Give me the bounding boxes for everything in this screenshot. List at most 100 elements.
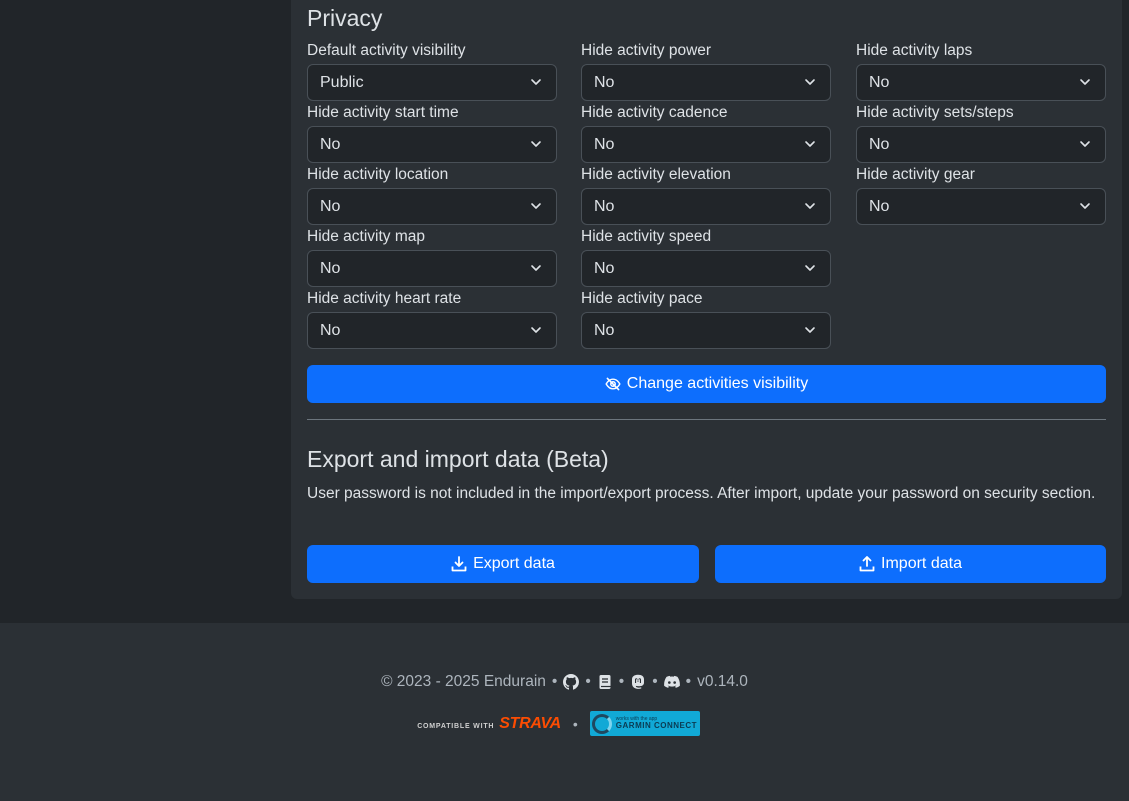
- garmin-connect-badge[interactable]: works with the app GARMIN CONNECT: [589, 711, 700, 736]
- separator: •: [551, 673, 558, 690]
- chevron-down-icon: [531, 265, 541, 271]
- field-label: Hide activity power: [581, 42, 712, 59]
- hide-pace-select[interactable]: No: [581, 312, 831, 349]
- field-hide-gear: Hide activity gear No: [856, 164, 1106, 225]
- field-label: Hide activity pace: [581, 290, 703, 307]
- chevron-down-icon: [531, 327, 541, 333]
- chevron-down-icon: [531, 79, 541, 85]
- hide-power-select[interactable]: No: [581, 64, 831, 101]
- eye-slash-icon: [605, 377, 621, 391]
- field-label: Default activity visibility: [307, 42, 466, 59]
- select-value: No: [869, 136, 890, 153]
- field-label: Hide activity cadence: [581, 104, 728, 121]
- field-label: Hide activity elevation: [581, 166, 731, 183]
- download-icon: [451, 556, 467, 572]
- change-visibility-button[interactable]: Change activities visibility: [307, 365, 1106, 403]
- hide-location-select[interactable]: No: [307, 188, 557, 225]
- select-value: No: [320, 198, 341, 215]
- select-value: No: [594, 198, 615, 215]
- select-value: Public: [320, 74, 364, 91]
- chevron-down-icon: [805, 327, 815, 333]
- field-hide-pace: Hide activity pace No: [581, 288, 831, 349]
- settings-page: Privacy Default activity visibility Publ…: [0, 0, 1129, 801]
- garmin-logo-icon: [591, 713, 612, 734]
- hide-laps-select[interactable]: No: [856, 64, 1106, 101]
- field-label: Hide activity gear: [856, 166, 975, 183]
- book-icon[interactable]: [597, 674, 613, 690]
- select-value: No: [594, 136, 615, 153]
- export-import-title: Export and import data (Beta): [307, 446, 609, 472]
- select-value: No: [320, 136, 341, 153]
- mastodon-icon[interactable]: [630, 674, 646, 690]
- field-hide-heart-rate: Hide activity heart rate No: [307, 288, 557, 349]
- privacy-title: Privacy: [307, 5, 383, 31]
- hide-elevation-select[interactable]: No: [581, 188, 831, 225]
- separator: •: [572, 715, 578, 732]
- field-hide-location: Hide activity location No: [307, 164, 557, 225]
- separator: •: [618, 673, 625, 690]
- field-hide-start-time: Hide activity start time No: [307, 102, 557, 163]
- hide-heart-rate-select[interactable]: No: [307, 312, 557, 349]
- field-label: Hide activity location: [307, 166, 449, 183]
- export-data-button[interactable]: Export data: [307, 545, 699, 583]
- field-hide-sets-steps: Hide activity sets/steps No: [856, 102, 1106, 163]
- field-label: Hide activity heart rate: [307, 290, 462, 307]
- chevron-down-icon: [805, 79, 815, 85]
- chevron-down-icon: [1080, 203, 1090, 209]
- chevron-down-icon: [805, 265, 815, 271]
- footer: © 2023 - 2025 Endurain • • • • • v0.14.0…: [0, 623, 1129, 801]
- default-visibility-select[interactable]: Public: [307, 64, 557, 101]
- field-hide-elevation: Hide activity elevation No: [581, 164, 831, 225]
- chevron-down-icon: [531, 141, 541, 147]
- export-import-note: User password is not included in the imp…: [307, 485, 1096, 502]
- select-value: No: [320, 260, 341, 277]
- select-value: No: [594, 74, 615, 91]
- select-value: No: [594, 322, 615, 339]
- select-value: No: [869, 198, 890, 215]
- strava-logo: STRAVA: [499, 714, 561, 732]
- field-hide-map: Hide activity map No: [307, 226, 557, 287]
- chevron-down-icon: [1080, 79, 1090, 85]
- select-value: No: [869, 74, 890, 91]
- github-icon[interactable]: [563, 674, 580, 690]
- export-data-label: Export data: [473, 555, 555, 572]
- chevron-down-icon: [1080, 141, 1090, 147]
- separator: •: [585, 673, 591, 690]
- hide-speed-select[interactable]: No: [581, 250, 831, 287]
- strava-compat-text: COMPATIBLE WITH: [417, 722, 495, 730]
- version-text: v0.14.0: [697, 673, 748, 690]
- copyright-text: © 2023 - 2025 Endurain: [381, 673, 546, 690]
- field-label: Hide activity laps: [856, 42, 973, 59]
- footer-line: © 2023 - 2025 Endurain • • • • • v0.14.0: [0, 673, 1129, 691]
- import-data-button[interactable]: Import data: [715, 545, 1106, 583]
- discord-icon[interactable]: [663, 674, 680, 690]
- import-data-label: Import data: [881, 555, 962, 572]
- separator: •: [685, 673, 692, 690]
- hide-start-time-select[interactable]: No: [307, 126, 557, 163]
- field-hide-speed: Hide activity speed No: [581, 226, 831, 287]
- hide-gear-select[interactable]: No: [856, 188, 1106, 225]
- chevron-down-icon: [531, 203, 541, 209]
- field-label: Hide activity start time: [307, 104, 459, 121]
- hide-sets-steps-select[interactable]: No: [856, 126, 1106, 163]
- garmin-text: works with the app GARMIN CONNECT: [616, 717, 697, 730]
- hide-map-select[interactable]: No: [307, 250, 557, 287]
- separator: •: [652, 673, 658, 690]
- field-label: Hide activity sets/steps: [856, 104, 1014, 121]
- garmin-big-text: GARMIN CONNECT: [615, 721, 698, 730]
- section-divider: [307, 419, 1106, 420]
- hide-cadence-select[interactable]: No: [581, 126, 831, 163]
- upload-icon: [859, 556, 875, 572]
- change-visibility-label: Change activities visibility: [626, 375, 809, 392]
- partner-badges: COMPATIBLE WITH STRAVA • works with the …: [0, 711, 1129, 736]
- field-default-visibility: Default activity visibility Public: [307, 40, 557, 101]
- chevron-down-icon: [805, 203, 815, 209]
- field-hide-cadence: Hide activity cadence No: [581, 102, 831, 163]
- field-label: Hide activity speed: [581, 228, 712, 245]
- select-value: No: [320, 322, 341, 339]
- strava-badge[interactable]: COMPATIBLE WITH STRAVA: [417, 715, 561, 733]
- select-value: No: [594, 260, 615, 277]
- field-hide-laps: Hide activity laps No: [856, 40, 1106, 101]
- field-label: Hide activity map: [307, 228, 426, 245]
- field-hide-power: Hide activity power No: [581, 40, 831, 101]
